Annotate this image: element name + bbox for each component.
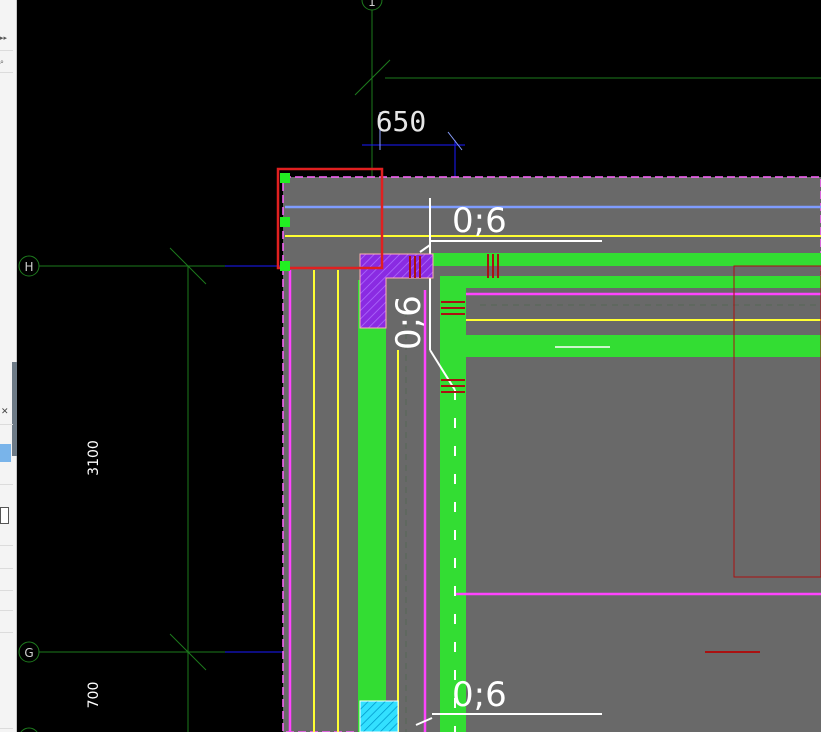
left-tool-panel: ▸▸ ⌕ ✕ (0, 0, 17, 732)
annotation-bottom: 0;6 (452, 675, 507, 715)
search-icon[interactable]: ⌕ (0, 58, 4, 66)
svg-text:H: H (24, 260, 33, 274)
selected-list-item[interactable] (0, 444, 11, 462)
svg-text:1: 1 (368, 0, 376, 9)
cad-drawing-canvas[interactable]: 1 H G 650 0;6 0;6 0;6 3100 700 (17, 0, 821, 732)
annotation-side: 0;6 (389, 295, 429, 350)
axis-bubble-g: G (18, 641, 40, 663)
grip-middle[interactable] (280, 217, 290, 227)
expand-arrows-icon[interactable]: ▸▸ (0, 34, 7, 42)
checkbox[interactable] (0, 507, 9, 524)
axis-bubble-h: H (18, 255, 40, 277)
svg-text:G: G (24, 646, 33, 660)
grip-top[interactable] (280, 173, 290, 183)
dimension-700: 700 (86, 682, 102, 709)
svg-text:650: 650 (376, 105, 427, 138)
column-cyan[interactable] (359, 700, 399, 732)
annotation-top: 0;6 (452, 201, 507, 241)
close-icon[interactable]: ✕ (1, 407, 9, 417)
grip-bottom[interactable] (280, 261, 290, 271)
dimension-3100: 3100 (86, 440, 102, 476)
